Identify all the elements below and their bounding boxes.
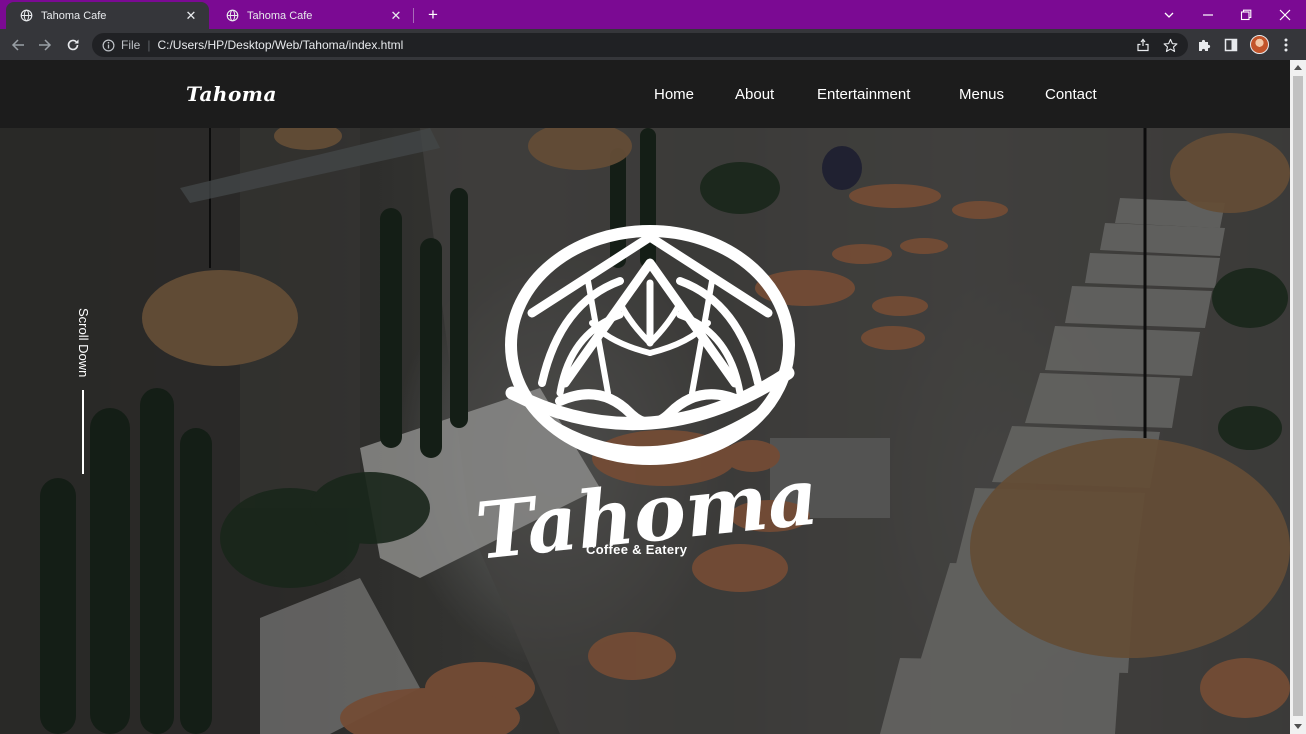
page-scrollbar[interactable] xyxy=(1290,60,1306,734)
tab-tahoma-cafe-2[interactable]: Tahoma Cafe ✕ xyxy=(212,2,414,29)
globe-icon xyxy=(20,9,33,22)
new-tab-button[interactable]: + xyxy=(424,6,442,24)
logo-tagline: Coffee & Eatery xyxy=(586,542,688,557)
forward-icon[interactable] xyxy=(34,34,56,56)
tab-divider xyxy=(413,8,414,23)
browser-toolbar: File | C:/Users/HP/Desktop/Web/Tahoma/in… xyxy=(0,29,1306,60)
site-brand-logo[interactable]: Tahoma xyxy=(186,82,277,106)
restore-button[interactable] xyxy=(1227,0,1265,29)
tab-tahoma-cafe-1[interactable]: Tahoma Cafe ✕ xyxy=(6,2,209,29)
scroll-up-arrow-icon[interactable] xyxy=(1294,65,1302,70)
side-panel-icon[interactable] xyxy=(1220,34,1242,56)
close-tab-icon[interactable]: ✕ xyxy=(183,8,199,24)
profile-avatar[interactable] xyxy=(1250,35,1269,54)
scheme-label: File xyxy=(121,38,141,52)
nav-menus[interactable]: Menus xyxy=(959,86,1004,103)
tahoma-emblem-logo: Tahoma xyxy=(472,225,822,563)
nav-about[interactable]: About xyxy=(735,86,774,103)
scroll-down-line xyxy=(82,390,84,474)
page-viewport: Tahoma Home About Entertainment Menus Co… xyxy=(0,60,1290,734)
reload-icon[interactable] xyxy=(62,34,84,56)
tab-search-icon[interactable] xyxy=(1150,0,1188,29)
share-icon[interactable] xyxy=(1132,34,1154,56)
nav-contact[interactable]: Contact xyxy=(1045,86,1097,103)
tab-strip: Tahoma Cafe ✕ Tahoma Cafe ✕ + xyxy=(0,0,1306,29)
extensions-puzzle-icon[interactable] xyxy=(1193,34,1215,56)
info-icon[interactable] xyxy=(102,39,115,52)
kebab-menu-icon[interactable] xyxy=(1275,34,1297,56)
tab-title: Tahoma Cafe xyxy=(247,9,313,22)
globe-icon xyxy=(226,9,239,22)
address-divider: | xyxy=(147,38,151,52)
nav-home[interactable]: Home xyxy=(654,86,694,103)
address-bar[interactable]: File | C:/Users/HP/Desktop/Web/Tahoma/in… xyxy=(92,33,1188,57)
scroll-down-label[interactable]: Scroll Down xyxy=(76,308,91,377)
site-navbar: Tahoma Home About Entertainment Menus Co… xyxy=(0,60,1290,128)
bookmark-star-icon[interactable] xyxy=(1159,34,1181,56)
url-text[interactable]: C:/Users/HP/Desktop/Web/Tahoma/index.htm… xyxy=(157,38,403,52)
close-tab-icon[interactable]: ✕ xyxy=(388,8,404,24)
close-window-button[interactable] xyxy=(1266,0,1304,29)
hero-section: Scroll Down Tahoma Coffee & Eatery xyxy=(0,128,1290,734)
minimize-button[interactable] xyxy=(1189,0,1227,29)
nav-entertainment[interactable]: Entertainment xyxy=(817,86,910,103)
back-icon[interactable] xyxy=(7,34,29,56)
tab-title: Tahoma Cafe xyxy=(41,9,107,22)
scrollbar-thumb[interactable] xyxy=(1293,76,1303,716)
scroll-down-arrow-icon[interactable] xyxy=(1294,724,1302,729)
